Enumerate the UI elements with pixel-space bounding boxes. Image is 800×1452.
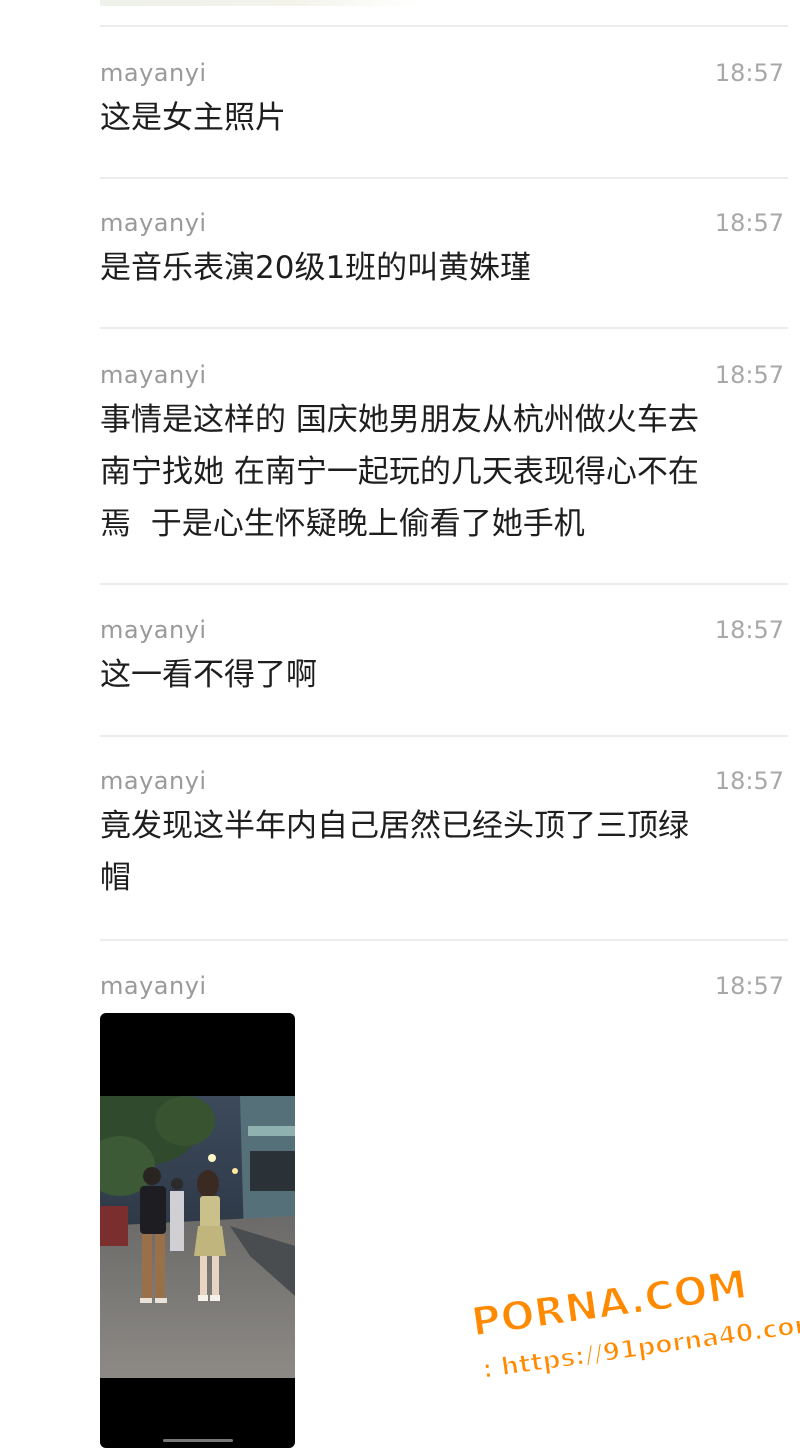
message-sender: mayanyi (100, 972, 207, 1000)
message-text: 是音乐表演20级1班的叫黄姝瑾 (100, 250, 532, 286)
message-divider (100, 25, 788, 27)
video-home-indicator (163, 1439, 233, 1442)
message-time: 18:57 (714, 972, 784, 1000)
message-divider (100, 939, 788, 941)
message-text: 这是女主照片 (100, 100, 286, 136)
message-sender: mayanyi (100, 209, 207, 237)
message-sender: mayanyi (100, 767, 207, 795)
message-text: 这一看不得了啊 (100, 657, 317, 693)
message-sender: mayanyi (100, 616, 207, 644)
previous-message-remnant (100, 0, 420, 6)
message-text-line: 事情是这样的 国庆她男朋友从杭州做火车去 (100, 402, 699, 438)
message-time: 18:57 (714, 59, 784, 87)
message-text: 竟发现这半年内自己居然已经头顶了三顶绿 帽 (100, 800, 780, 904)
chat-message[interactable]: mayanyi 18:57 是音乐表演20级1班的叫黄姝瑾 (100, 208, 784, 288)
chat-message[interactable]: mayanyi 18:57 这是女主照片 (100, 58, 784, 138)
chat-message[interactable]: mayanyi 18:57 这一看不得了啊 (100, 615, 784, 695)
chat-message[interactable]: mayanyi 18:57 竟发现这半年内自己居然已经头顶了三顶绿 帽 (100, 766, 784, 906)
message-time: 18:57 (714, 361, 784, 389)
message-divider (100, 177, 788, 179)
message-divider (100, 583, 788, 585)
message-time: 18:57 (714, 616, 784, 644)
chat-message[interactable]: mayanyi 18:57 事情是这样的 国庆她男朋友从杭州做火车去 南宁找她 … (100, 360, 784, 550)
message-text: 事情是这样的 国庆她男朋友从杭州做火车去 南宁找她 在南宁一起玩的几天表现得心不… (100, 394, 780, 550)
message-sender: mayanyi (100, 361, 207, 389)
message-time: 18:57 (714, 209, 784, 237)
message-text-line: 焉 于是心生怀疑晚上偷看了她手机 (100, 506, 585, 542)
message-image-thumbnail[interactable] (100, 1013, 295, 1448)
message-text-line: 南宁找她 在南宁一起玩的几天表现得心不在 (100, 454, 699, 490)
message-text-line: 竟发现这半年内自己居然已经头顶了三顶绿 (100, 808, 689, 844)
message-text-line: 帽 (100, 860, 131, 896)
night-street-photo (100, 1096, 295, 1378)
message-divider (100, 735, 788, 737)
message-sender: mayanyi (100, 59, 207, 87)
message-divider (100, 327, 788, 329)
chat-message[interactable]: mayanyi 18:57 (100, 971, 784, 1011)
message-time: 18:57 (714, 767, 784, 795)
